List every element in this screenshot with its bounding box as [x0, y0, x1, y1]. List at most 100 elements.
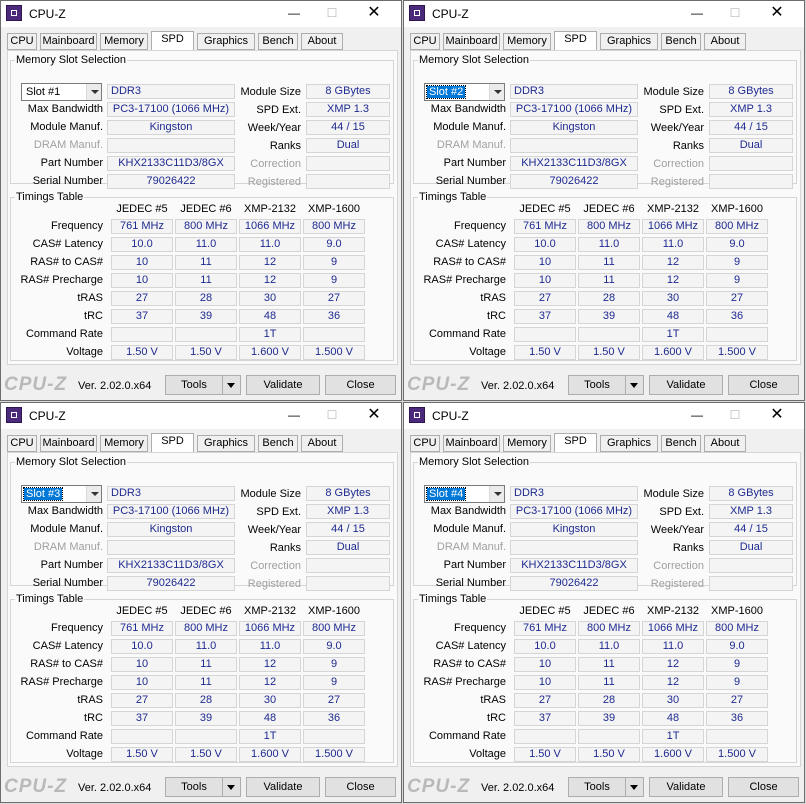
close-button[interactable]: Close	[728, 777, 799, 797]
frequency-label: Frequency	[454, 622, 506, 634]
tab-graphics[interactable]: Graphics	[600, 435, 658, 452]
timing-cell	[578, 729, 640, 744]
tab-bench[interactable]: Bench	[258, 33, 298, 50]
validate-button[interactable]: Validate	[246, 777, 320, 797]
tab-bench[interactable]: Bench	[661, 435, 701, 452]
timing-cell: 9.0	[303, 639, 365, 654]
slot-select[interactable]: Slot #4	[424, 485, 505, 503]
registered-value	[709, 576, 793, 591]
spd-panel: Memory Slot Selection Slot #2 DDR3 Max Band…	[410, 50, 801, 365]
title-bar: CPU-Z — ☐ ✕	[404, 1, 804, 27]
slot-select[interactable]: Slot #3	[21, 485, 102, 503]
validate-button[interactable]: Validate	[649, 375, 723, 395]
timing-cell: 12	[239, 675, 301, 690]
part-number-value: KHX2133C11D3/8GX	[107, 558, 235, 573]
version-label: Ver. 2.02.0.x64	[78, 380, 152, 392]
tras-label: tRAS	[480, 292, 506, 304]
timing-cell: 1.50 V	[175, 747, 237, 762]
week-year-value: 44 / 15	[306, 522, 390, 537]
close-icon[interactable]: ✕	[760, 1, 794, 27]
tab-bench[interactable]: Bench	[258, 435, 298, 452]
week-year-label: Week/Year	[650, 524, 704, 536]
close-button[interactable]: Close	[325, 375, 396, 395]
slot-select[interactable]: Slot #1	[21, 83, 102, 101]
dram-manuf-label: DRAM Manuf.	[33, 139, 103, 151]
tools-button[interactable]: Tools	[165, 777, 223, 797]
tab-memory[interactable]: Memory	[100, 33, 148, 50]
maximize-icon[interactable]: ☐	[315, 1, 349, 27]
tab-memory[interactable]: Memory	[503, 33, 551, 50]
close-icon[interactable]: ✕	[357, 1, 391, 27]
tab-graphics[interactable]: Graphics	[600, 33, 658, 50]
tools-button[interactable]: Tools	[165, 375, 223, 395]
close-icon[interactable]: ✕	[357, 403, 391, 429]
title-bar: CPU-Z — ☐ ✕	[404, 403, 804, 429]
tab-graphics[interactable]: Graphics	[197, 33, 255, 50]
minimize-icon[interactable]: —	[277, 1, 311, 27]
minimize-icon[interactable]: —	[680, 403, 714, 429]
tab-about[interactable]: About	[704, 435, 746, 452]
correction-value	[306, 156, 390, 171]
cpuz-window-2: CPU-Z — ☐ ✕ CPU Mainboard Memory SPD Graphics Ben…	[403, 0, 805, 401]
close-icon[interactable]: ✕	[760, 403, 794, 429]
week-year-value: 44 / 15	[709, 120, 793, 135]
cpuz-app-icon	[409, 5, 425, 21]
validate-button[interactable]: Validate	[649, 777, 723, 797]
validate-button[interactable]: Validate	[246, 375, 320, 395]
timing-cell: 11	[175, 255, 237, 270]
maximize-icon[interactable]: ☐	[718, 403, 752, 429]
tools-button[interactable]: Tools	[568, 375, 626, 395]
memory-slot-group: Memory Slot Selection Slot #1 DDR3 Max Band…	[10, 53, 394, 189]
timing-cell: 48	[239, 309, 301, 324]
tab-spd[interactable]: SPD	[151, 31, 194, 51]
tools-button[interactable]: Tools	[568, 777, 626, 797]
ranks-label: Ranks	[672, 140, 704, 152]
chevron-down-icon[interactable]	[489, 84, 504, 100]
timing-cell: 1.500 V	[303, 747, 365, 762]
timing-cell: 28	[578, 291, 640, 306]
tools-dropdown-icon[interactable]	[626, 375, 644, 395]
ranks-value: Dual	[709, 540, 793, 555]
cpuz-window-4: CPU-Z — ☐ ✕ CPU Mainboard Memory SPD Graphics Ben…	[403, 402, 805, 803]
tab-graphics[interactable]: Graphics	[197, 435, 255, 452]
tab-mainboard[interactable]: Mainboard	[40, 33, 97, 50]
max-bandwidth-value: PC3-17100 (1066 MHz)	[510, 504, 638, 519]
tab-mainboard[interactable]: Mainboard	[443, 435, 500, 452]
tools-dropdown-icon[interactable]	[223, 375, 241, 395]
tab-memory[interactable]: Memory	[503, 435, 551, 452]
tab-spd[interactable]: SPD	[554, 433, 597, 453]
maximize-icon[interactable]: ☐	[718, 1, 752, 27]
tools-dropdown-icon[interactable]	[626, 777, 644, 797]
close-button[interactable]: Close	[325, 777, 396, 797]
tab-mainboard[interactable]: Mainboard	[443, 33, 500, 50]
tab-about[interactable]: About	[704, 33, 746, 50]
timings-table-group: Timings Table JEDEC #5 JEDEC #6 XMP-2132 XMP…	[10, 190, 394, 361]
tab-about[interactable]: About	[301, 435, 343, 452]
chevron-down-icon[interactable]	[86, 84, 101, 100]
week-year-value: 44 / 15	[709, 522, 793, 537]
tab-spd[interactable]: SPD	[554, 31, 597, 51]
maximize-icon[interactable]: ☐	[315, 403, 349, 429]
chevron-down-icon[interactable]	[86, 486, 101, 502]
minimize-icon[interactable]: —	[680, 1, 714, 27]
tab-mainboard[interactable]: Mainboard	[40, 435, 97, 452]
tab-about[interactable]: About	[301, 33, 343, 50]
window-title: CPU-Z	[29, 409, 66, 423]
tools-dropdown-icon[interactable]	[223, 777, 241, 797]
part-number-label: Part Number	[443, 559, 506, 571]
ranks-value: Dual	[306, 138, 390, 153]
tab-cpu[interactable]: CPU	[410, 435, 440, 452]
tab-cpu[interactable]: CPU	[410, 33, 440, 50]
tab-memory[interactable]: Memory	[100, 435, 148, 452]
voltage-label: Voltage	[66, 748, 103, 760]
close-button[interactable]: Close	[728, 375, 799, 395]
chevron-down-icon[interactable]	[489, 486, 504, 502]
tab-spd[interactable]: SPD	[151, 433, 194, 453]
command-rate-label: Command Rate	[25, 328, 103, 340]
tab-cpu[interactable]: CPU	[7, 33, 37, 50]
slot-select[interactable]: Slot #2	[424, 83, 505, 101]
minimize-icon[interactable]: —	[277, 403, 311, 429]
tab-cpu[interactable]: CPU	[7, 435, 37, 452]
tab-bench[interactable]: Bench	[661, 33, 701, 50]
timing-cell: 1.50 V	[578, 747, 640, 762]
